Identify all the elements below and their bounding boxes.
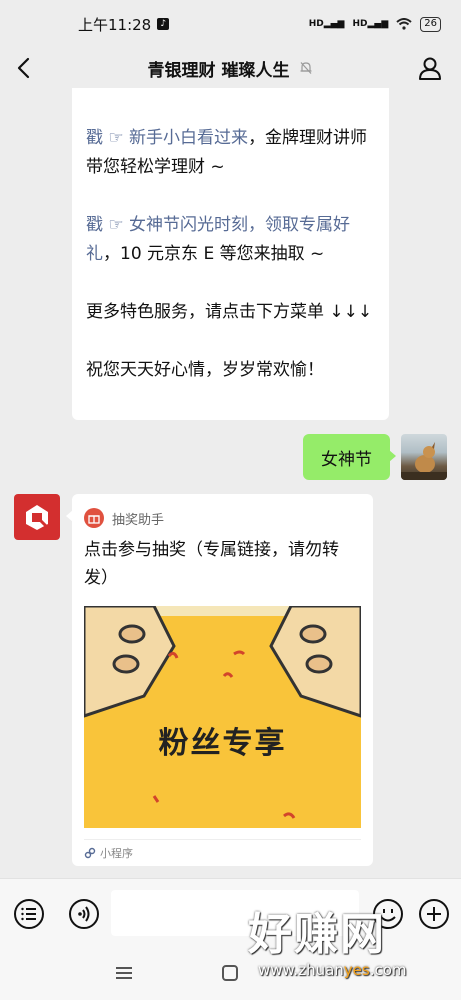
battery-indicator: 26 bbox=[420, 16, 441, 32]
voice-input-icon[interactable] bbox=[68, 898, 100, 930]
watermark-url-highlight: yes bbox=[343, 961, 370, 979]
watermark-url-prefix: www.zhuan bbox=[258, 961, 344, 979]
message-text-3: 更多特色服务，请点击下方菜单 ↓↓↓ bbox=[86, 302, 373, 322]
chat-message-list[interactable]: 戳 ☞ 新手小白看过来，金牌理财讲师带您轻松学理财 ~ 戳 ☞ 女神节闪光时刻，… bbox=[0, 88, 461, 878]
back-arrow-icon[interactable] bbox=[14, 56, 36, 80]
mini-program-icon bbox=[84, 847, 96, 858]
menu-list-icon[interactable] bbox=[13, 898, 45, 930]
signal-label-2: HD bbox=[352, 19, 368, 29]
chat-header: 青银理财 璀璨人生 bbox=[0, 48, 461, 88]
my-avatar[interactable] bbox=[401, 434, 447, 480]
mini-program-title: 点击参与抽奖（专属链接，请勿转发） bbox=[84, 540, 339, 588]
mini-program-label: 小程序 bbox=[100, 846, 133, 860]
chat-title: 青银理财 璀璨人生 bbox=[147, 60, 290, 81]
signal-label-1: HD bbox=[308, 19, 324, 29]
hands-holding-card-illustration bbox=[84, 606, 361, 819]
signal-icon-1: HD▂▄▆ bbox=[308, 19, 345, 29]
mini-program-footer: 小程序 bbox=[84, 839, 361, 861]
home-icon[interactable] bbox=[219, 962, 241, 984]
watermark-brand: 好赚网 bbox=[248, 909, 386, 960]
status-time: 上午11:28 bbox=[78, 15, 152, 34]
mute-bell-icon bbox=[300, 62, 312, 74]
official-account-avatar[interactable] bbox=[14, 494, 60, 540]
sent-message-text: 女神节 bbox=[321, 449, 372, 470]
wifi-icon bbox=[396, 18, 412, 30]
signal-icon-2: HD▂▄▆ bbox=[352, 19, 389, 29]
mini-program-source: 抽奖助手 bbox=[84, 506, 361, 530]
mini-program-source-name: 抽奖助手 bbox=[112, 512, 165, 528]
newbie-guide-link[interactable]: 戳 ☞ 新手小白看过来 bbox=[86, 128, 248, 148]
site-watermark: 好赚网 www.zhuanyes.com bbox=[248, 910, 448, 990]
gift-icon bbox=[84, 508, 104, 528]
received-message-bubble: 戳 ☞ 新手小白看过来，金牌理财讲师带您轻松学理财 ~ 戳 ☞ 女神节闪光时刻，… bbox=[72, 88, 389, 420]
recent-apps-icon[interactable] bbox=[113, 962, 135, 984]
bank-logo-icon bbox=[26, 505, 49, 530]
message-text-2: ，10 元京东 E 等您来抽取 ~ bbox=[103, 244, 325, 264]
mini-program-cover-image: 粉丝专享 bbox=[84, 606, 361, 828]
status-bar: 上午11:28 ♪ HD▂▄▆ HD▂▄▆ 26 bbox=[0, 0, 461, 48]
watermark-url: www.zhuanyes.com bbox=[248, 960, 448, 980]
watermark-url-suffix: .com bbox=[369, 961, 407, 979]
cover-text: 粉丝专享 bbox=[158, 726, 287, 761]
profile-person-icon[interactable] bbox=[417, 55, 443, 81]
dog-photo-icon bbox=[401, 442, 447, 480]
tiktok-notification-icon: ♪ bbox=[157, 18, 170, 30]
mini-program-card[interactable]: 抽奖助手 点击参与抽奖（专属链接，请勿转发） 粉丝专享 小程序 bbox=[66, 494, 373, 866]
sent-message-bubble: 女神节 bbox=[303, 434, 396, 480]
message-text-4: 祝您天天好心情，岁岁常欢愉！ bbox=[86, 360, 324, 380]
